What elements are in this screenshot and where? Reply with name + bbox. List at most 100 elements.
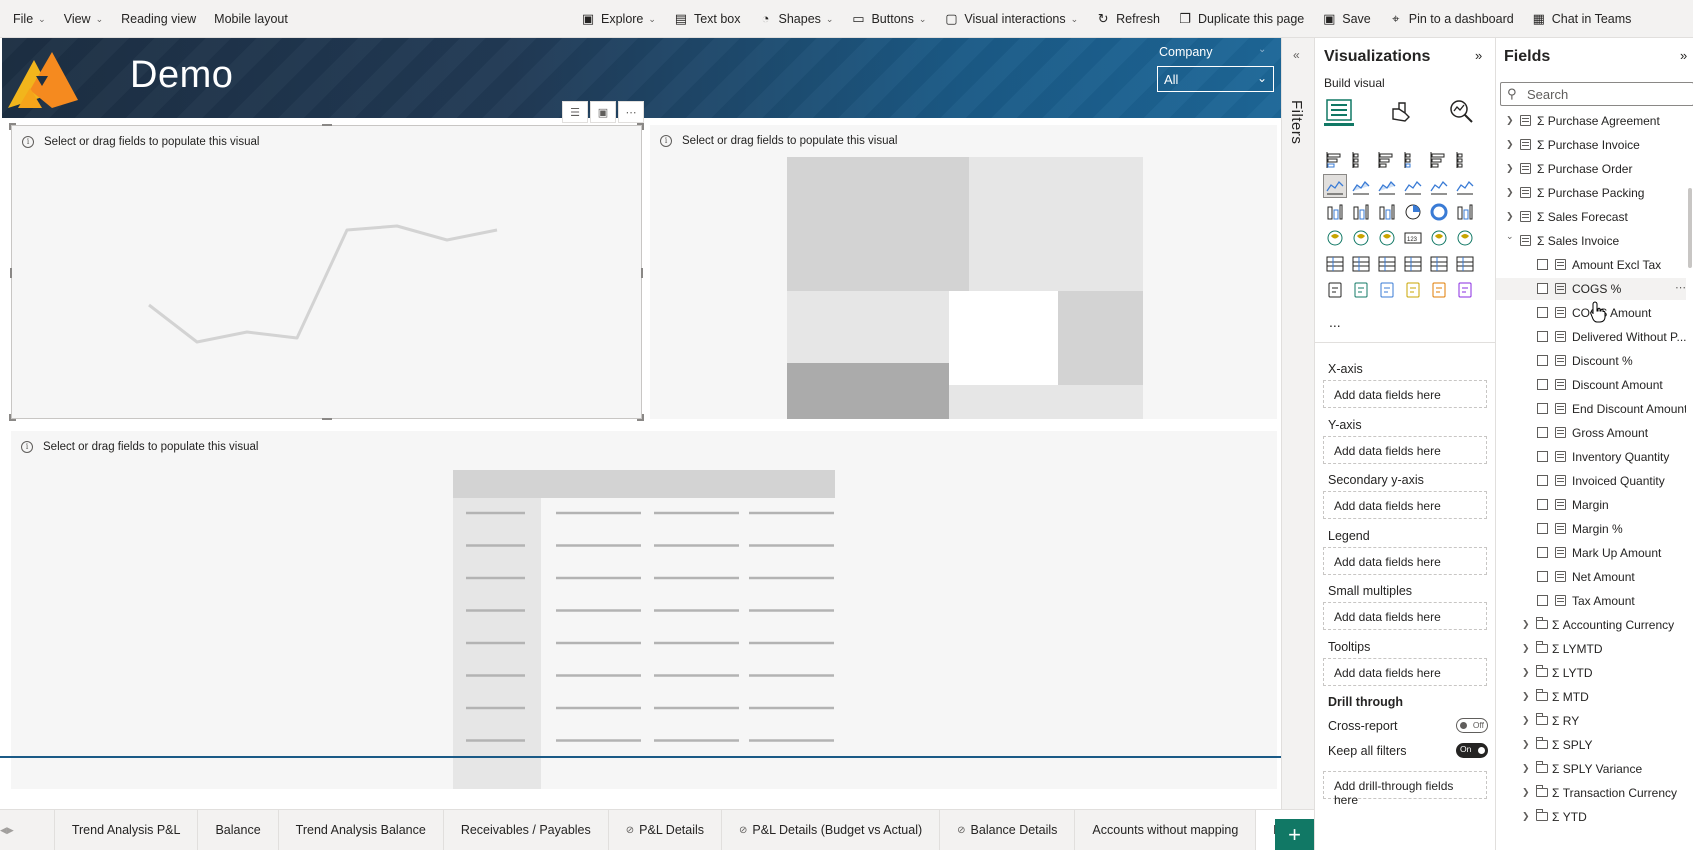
qa-icon[interactable] [1453, 252, 1477, 276]
filters-pane-collapsed[interactable]: « Filters [1281, 38, 1314, 809]
table-icon[interactable] [1349, 252, 1373, 276]
area-chart-icon[interactable] [1349, 174, 1373, 198]
100-stacked-bar-chart-icon[interactable] [1427, 148, 1451, 172]
page-tab-trend-analysis-balance[interactable]: Trend Analysis Balance [279, 809, 444, 850]
more-options-icon[interactable]: ⋯ [618, 101, 644, 123]
chevron-right-icon[interactable]: ❯ [1522, 619, 1530, 630]
funnel-chart-icon[interactable] [1349, 200, 1373, 224]
line-chart-visual[interactable]: i Select or drag fields to populate this… [9, 123, 644, 421]
field-checkbox[interactable] [1537, 283, 1548, 294]
field-checkbox[interactable] [1537, 499, 1548, 510]
toolbar-explore-button[interactable]: ▣ Explore ⌄ [572, 0, 665, 38]
100-stacked-column-chart-icon[interactable] [1453, 148, 1477, 172]
field-checkbox[interactable] [1537, 355, 1548, 366]
slicer-header-chevron-icon[interactable]: ⌄ [1258, 44, 1266, 55]
field-folder-mtd[interactable]: ❯ Σ MTD [1496, 686, 1686, 708]
toolbar-view-button[interactable]: View ⌄ [55, 0, 112, 38]
filter-icon[interactable]: ☰ [562, 101, 588, 123]
smart-narrative-icon[interactable] [1375, 278, 1399, 302]
page-tab-p-l-details[interactable]: ⊘ P&L Details [609, 809, 722, 850]
treemap-visual[interactable]: i Select or drag fields to populate this… [650, 125, 1277, 419]
field-checkbox[interactable] [1537, 307, 1548, 318]
field-folder-transaction-currency[interactable]: ❯ Σ Transaction Currency [1496, 782, 1686, 804]
chevron-right-icon[interactable]: ❯ [1522, 763, 1530, 774]
field-checkbox[interactable] [1537, 523, 1548, 534]
well-drop-tooltips[interactable]: Add data fields here [1323, 657, 1487, 686]
resize-handle[interactable] [9, 414, 16, 421]
card-icon[interactable]: 123 [1401, 226, 1425, 250]
resize-handle[interactable] [641, 268, 643, 278]
map-icon[interactable] [1323, 226, 1347, 250]
resize-handle[interactable] [637, 414, 644, 421]
toolbar-text-box-button[interactable]: ▤ Text box [665, 0, 750, 38]
line-chart-icon[interactable] [1323, 174, 1347, 198]
keep-all-filters-toggle[interactable]: On [1456, 743, 1488, 758]
page-tab-accounts-without-mapping[interactable]: Accounts without mapping [1075, 809, 1257, 850]
resize-handle[interactable] [637, 123, 644, 130]
filters-pane-label[interactable]: Filters [1288, 100, 1305, 144]
power-apps-icon[interactable] [1401, 278, 1425, 302]
toolbar-shapes-button[interactable]: ◔ Shapes ⌄ [750, 0, 843, 38]
add-page-button[interactable]: + [1275, 819, 1314, 850]
field-measure-inventory-quantity[interactable]: Inventory Quantity [1496, 446, 1686, 468]
chevron-right-icon[interactable]: ❯ [1522, 787, 1530, 798]
page-tab-balance[interactable]: Balance [198, 809, 279, 850]
analytics-tab[interactable] [1446, 96, 1476, 126]
field-folder-ry[interactable]: ❯ Σ RY [1496, 710, 1686, 732]
toolbar-buttons-button[interactable]: ▭ Buttons ⌄ [842, 0, 935, 38]
field-checkbox[interactable] [1537, 451, 1548, 462]
field-folder-ytd[interactable]: ❯ Σ YTD [1496, 806, 1686, 828]
toolbar-save-button[interactable]: ▣ Save [1313, 0, 1380, 38]
toolbar-file-button[interactable]: File ⌄ [4, 0, 55, 38]
toolbar-pin-to-a-dashboard-button[interactable]: ⌖ Pin to a dashboard [1380, 0, 1523, 38]
page-tab-trend-analysis-p-l[interactable]: Trend Analysis P&L [53, 809, 199, 850]
field-measure-cogs[interactable]: COGS % ⋯ [1496, 278, 1686, 300]
field-measure-net-amount[interactable]: Net Amount [1496, 566, 1686, 588]
double-chevron-left-icon[interactable]: « [1293, 48, 1300, 62]
well-drop-x-axis[interactable]: Add data fields here [1323, 380, 1487, 408]
double-chevron-right-icon[interactable]: » [1680, 48, 1687, 63]
field-checkbox[interactable] [1537, 403, 1548, 414]
paginated-report-icon[interactable] [1323, 278, 1347, 302]
field-table-purchase-packing[interactable]: ❯ Σ Purchase Packing [1496, 182, 1686, 204]
field-folder-sply-variance[interactable]: ❯ Σ SPLY Variance [1496, 758, 1686, 780]
multi-row-card-icon[interactable] [1427, 226, 1451, 250]
page-tab-p-l-details-budget-vs-actual[interactable]: ⊘ P&L Details (Budget vs Actual) [722, 809, 941, 850]
table-visual[interactable]: i Select or drag fields to populate this… [11, 431, 1277, 789]
line-stacked-column-chart-icon[interactable] [1401, 174, 1425, 198]
chevron-right-icon[interactable]: ❯ [1522, 811, 1530, 822]
slicer-icon[interactable] [1323, 252, 1347, 276]
scatter-chart-icon[interactable] [1375, 200, 1399, 224]
waterfall-chart-icon[interactable] [1323, 200, 1347, 224]
ribbon-chart-icon[interactable] [1453, 174, 1477, 198]
chevron-down-icon[interactable]: ⌄ [1506, 231, 1514, 242]
trophy-icon[interactable] [1349, 278, 1373, 302]
field-checkbox[interactable] [1537, 379, 1548, 390]
field-measure-delivered-without-p[interactable]: Delivered Without P... [1496, 326, 1686, 348]
chevron-right-icon[interactable]: ❯ [1522, 643, 1530, 654]
stacked-bar-chart-icon[interactable] [1323, 148, 1347, 172]
chevron-right-icon[interactable]: ❯ [1506, 163, 1514, 174]
format-visual-tab[interactable] [1386, 96, 1416, 126]
field-measure-tax-amount[interactable]: Tax Amount [1496, 590, 1686, 612]
toolbar-chat-in-teams-button[interactable]: ▦ Chat in Teams [1523, 0, 1641, 38]
page-tab-balance-details[interactable]: ⊘ Balance Details [940, 809, 1076, 850]
field-checkbox[interactable] [1537, 331, 1548, 342]
matrix-icon[interactable] [1375, 252, 1399, 276]
field-checkbox[interactable] [1537, 259, 1548, 270]
resize-handle[interactable] [322, 418, 332, 420]
filled-map-icon[interactable] [1349, 226, 1373, 250]
chevron-right-icon[interactable]: ❯ [1522, 691, 1530, 702]
field-checkbox[interactable] [1537, 427, 1548, 438]
treemap-icon[interactable] [1453, 200, 1477, 224]
resize-handle[interactable] [9, 123, 16, 130]
field-table-purchase-invoice[interactable]: ❯ Σ Purchase Invoice [1496, 134, 1686, 156]
field-table-purchase-agreement[interactable]: ❯ Σ Purchase Agreement [1496, 110, 1686, 132]
page-tab-receivables-payables[interactable]: Receivables / Payables [444, 809, 609, 850]
donut-chart-icon[interactable] [1427, 200, 1451, 224]
chevron-right-icon[interactable]: ❯ [1506, 187, 1514, 198]
toolbar-duplicate-this-page-button[interactable]: ❐ Duplicate this page [1169, 0, 1313, 38]
field-checkbox[interactable] [1537, 475, 1548, 486]
resize-handle[interactable] [322, 124, 332, 126]
line-clustered-column-chart-icon[interactable] [1427, 174, 1451, 198]
